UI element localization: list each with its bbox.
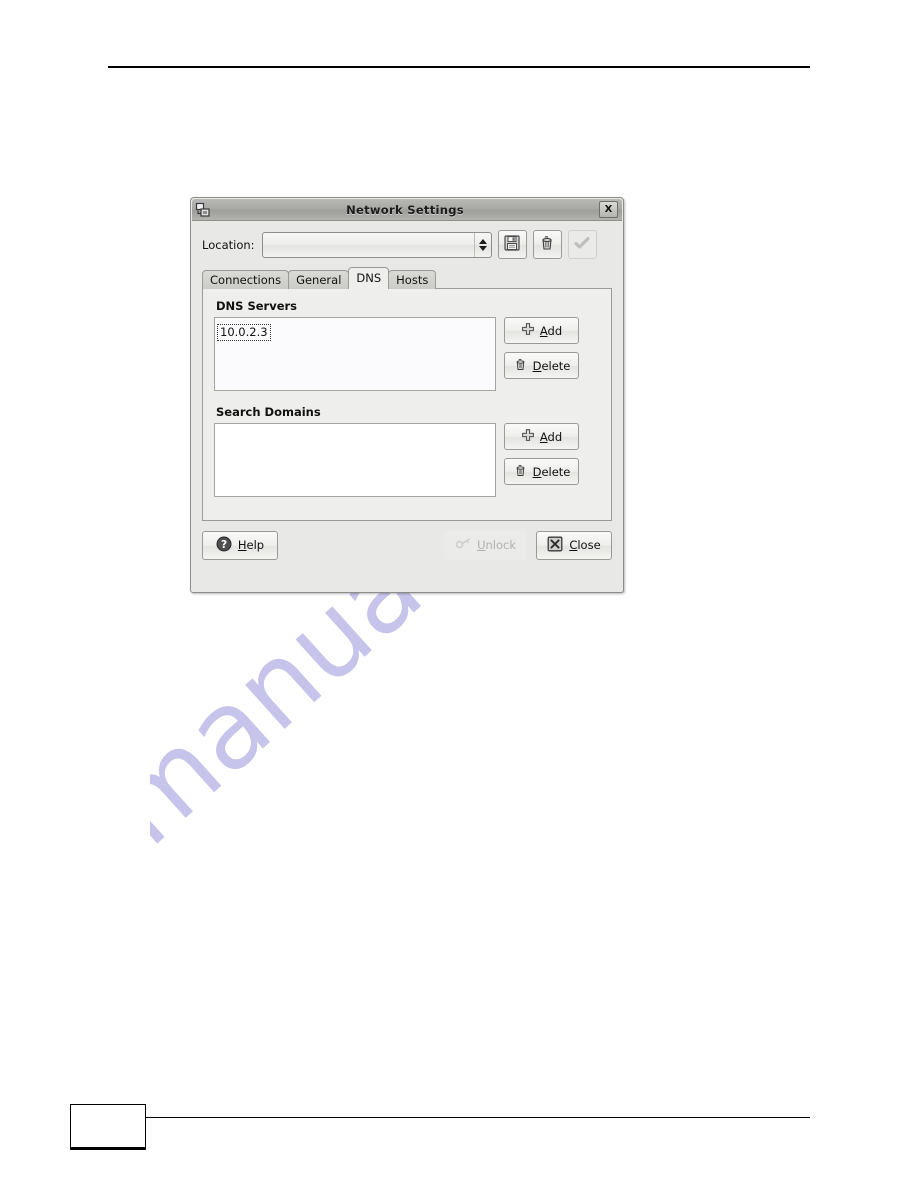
search-domains-add-button[interactable]: Add: [504, 423, 579, 450]
up-down-arrows-icon[interactable]: [473, 232, 491, 257]
list-item[interactable]: 10.0.2.3: [217, 324, 271, 341]
plus-icon: [521, 428, 535, 445]
tab-dns[interactable]: DNS: [348, 267, 390, 289]
location-label: Location:: [202, 237, 255, 252]
dns-servers-title: DNS Servers: [216, 299, 298, 313]
help-button[interactable]: ? Help: [202, 530, 278, 560]
x-box-icon: [547, 536, 563, 555]
location-row: Location:: [191, 222, 623, 263]
dialog-action-bar: ? Help Unlock Close: [202, 530, 612, 560]
dialog-title: Network Settings: [346, 202, 464, 217]
unlock-label: Unlock: [477, 538, 516, 552]
unlock-button: Unlock: [444, 530, 527, 560]
dns-tab-panel: DNS Servers 10.0.2.3 Add Delete Search D…: [202, 288, 612, 521]
search-domains-buttons: Add Delete: [504, 423, 579, 493]
close-icon[interactable]: X: [599, 201, 618, 218]
dns-servers-add-label: Add: [539, 323, 563, 338]
page-footer-rule: [108, 1117, 810, 1118]
delete-location-button[interactable]: [532, 230, 562, 259]
location-combo[interactable]: [261, 231, 492, 258]
svg-text:?: ?: [221, 539, 227, 551]
dns-servers-delete-label: Delete: [532, 358, 571, 373]
save-location-button[interactable]: [497, 230, 527, 259]
tab-connections[interactable]: Connections: [202, 270, 290, 289]
dns-servers-listbox[interactable]: 10.0.2.3: [214, 317, 496, 391]
checkmark-icon: [573, 234, 591, 256]
search-domains-title: Search Domains: [216, 405, 321, 419]
question-mark-icon: ?: [216, 536, 232, 555]
close-button[interactable]: Close: [536, 530, 612, 560]
tabstrip: Connections General DNS Hosts: [202, 267, 612, 289]
help-label: Help: [237, 538, 265, 552]
apply-button: [567, 230, 597, 259]
page-header-rule: [108, 66, 810, 68]
dns-servers-delete-button[interactable]: Delete: [504, 352, 579, 379]
close-label: Close: [569, 538, 601, 552]
tab-hosts[interactable]: Hosts: [388, 270, 437, 289]
dialog-titlebar[interactable]: Network Settings X: [192, 199, 622, 221]
search-domains-add-label: Add: [539, 429, 563, 444]
network-settings-dialog: Network Settings X Location: Connections…: [190, 197, 624, 593]
trash-can-icon: [513, 357, 528, 375]
search-domains-delete-button[interactable]: Delete: [504, 458, 579, 485]
floppy-disk-icon: [503, 234, 521, 256]
page-number-box: [70, 1104, 146, 1150]
dns-servers-buttons: Add Delete: [504, 317, 579, 387]
tabs-container: Connections General DNS Hosts DNS Server…: [202, 267, 612, 521]
tab-general[interactable]: General: [288, 270, 350, 289]
search-domains-delete-label: Delete: [532, 464, 571, 479]
search-domains-row: Add Delete: [214, 423, 600, 497]
trash-can-icon: [513, 463, 528, 481]
dns-servers-add-button[interactable]: Add: [504, 317, 579, 344]
search-domains-listbox[interactable]: [214, 423, 496, 497]
dns-servers-row: 10.0.2.3 Add Delete: [214, 317, 600, 391]
key-icon: [455, 536, 471, 555]
trash-can-icon: [538, 234, 556, 256]
plus-icon: [521, 322, 535, 339]
network-settings-icon: [195, 202, 211, 218]
